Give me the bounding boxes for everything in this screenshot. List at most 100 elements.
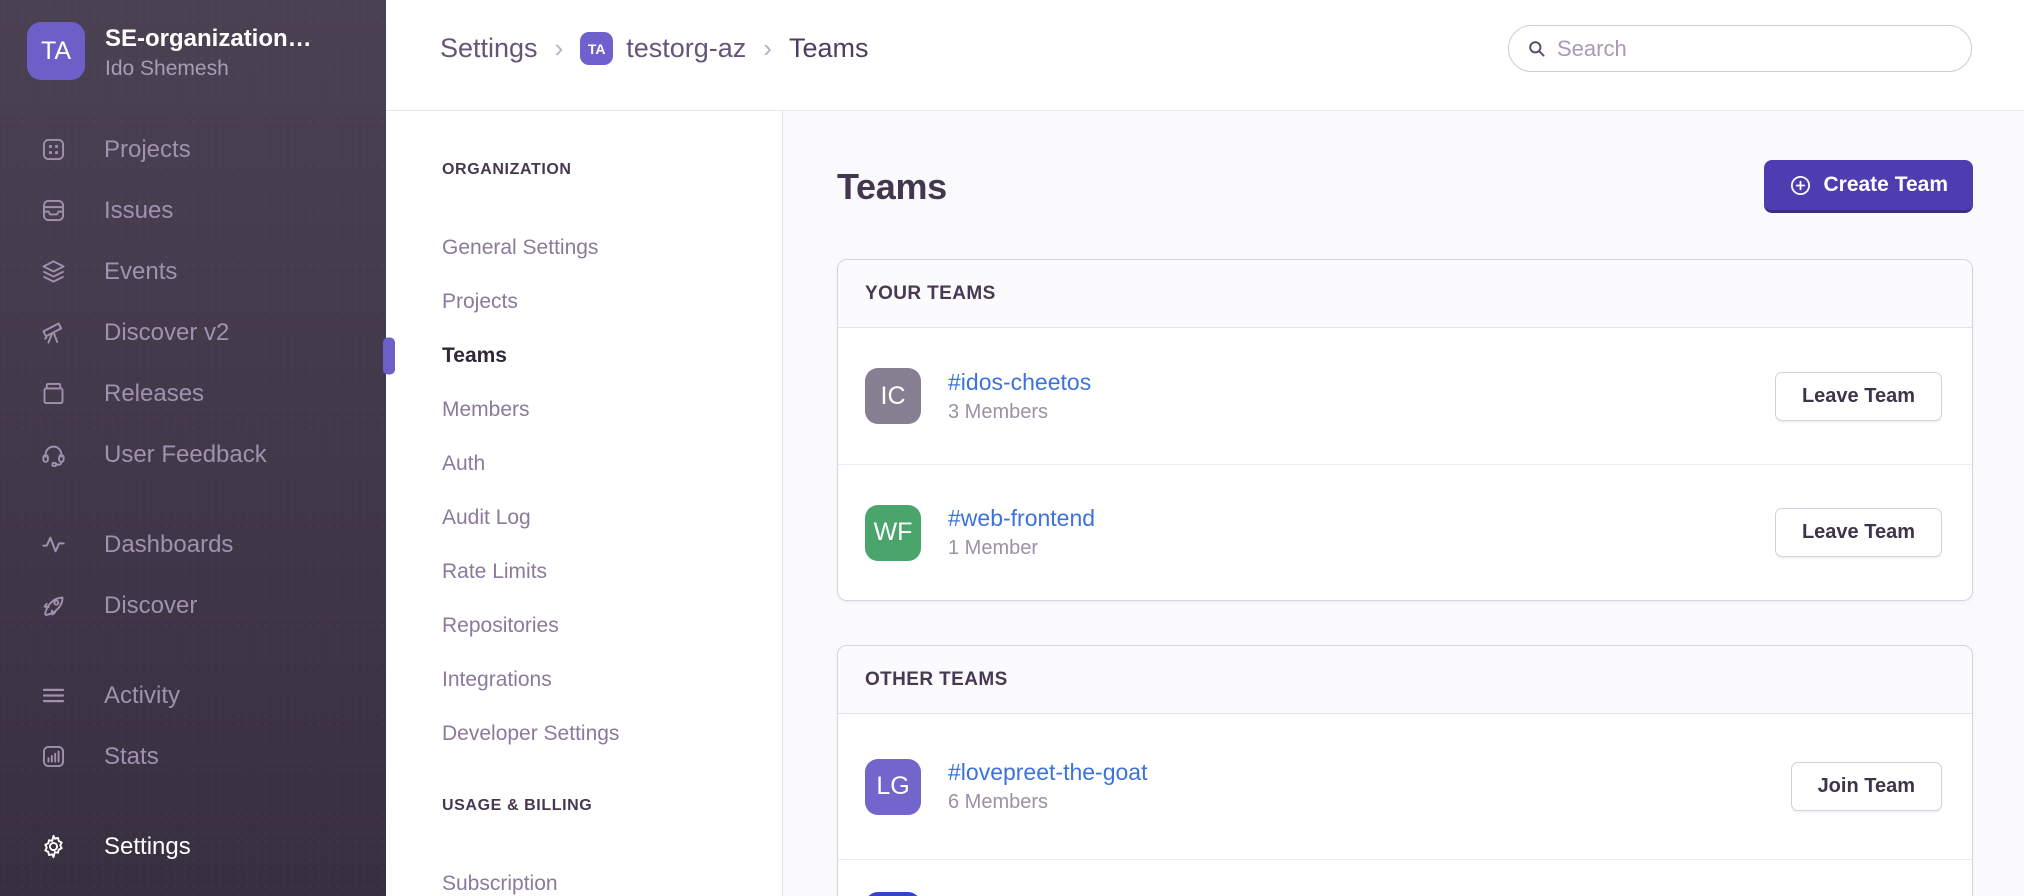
breadcrumb-org-label: testorg-az — [626, 33, 746, 64]
gear-icon — [40, 833, 67, 860]
sidebar-item-dashboards[interactable]: Dashboards — [0, 514, 386, 575]
org-avatar: TA — [27, 22, 85, 80]
settings-nav: ORGANIZATION General Settings Projects T… — [386, 111, 783, 896]
create-team-label: Create Team — [1823, 173, 1948, 197]
team-avatar: IC — [865, 368, 921, 424]
sidebar-item-label: Events — [104, 258, 177, 286]
rocket-icon — [40, 592, 67, 619]
app-sidebar: TA SE-organization… Ido Shemesh Projects… — [0, 0, 386, 896]
dashboards-icon — [40, 531, 67, 558]
nav-item-subscription[interactable]: Subscription — [386, 857, 782, 896]
sidebar-item-label: Dashboards — [104, 531, 233, 559]
sidebar-item-projects[interactable]: Projects — [0, 119, 386, 180]
nav-section-heading: ORGANIZATION — [386, 159, 782, 181]
team-avatar: WF — [865, 505, 921, 561]
sidebar-item-label: Stats — [104, 743, 159, 771]
org-meta: SE-organization… Ido Shemesh — [105, 22, 312, 81]
your-teams-panel: YOUR TEAMS IC #idos-cheetos 3 Members Le… — [837, 259, 1973, 601]
stats-icon — [40, 743, 67, 770]
activity-icon — [40, 682, 67, 709]
sidebar-item-label: Activity — [104, 682, 180, 710]
search-box[interactable] — [1508, 25, 1972, 72]
team-info: #lovepreet-the-goat 6 Members — [948, 759, 1147, 814]
team-avatar: LG — [865, 759, 921, 815]
sidebar-item-label: Issues — [104, 197, 173, 225]
sidebar-item-settings[interactable]: Settings — [0, 816, 386, 877]
breadcrumb-org[interactable]: TA testorg-az — [580, 32, 746, 65]
page-title: Teams — [837, 166, 947, 208]
org-name: SE-organization… — [105, 25, 312, 53]
sidebar-item-events[interactable]: Events — [0, 241, 386, 302]
main-content: Teams Create Team YOUR TEAMS IC #idos-ch… — [783, 111, 2024, 896]
app-nav: Projects Issues Events Discover v2 Relea… — [0, 119, 386, 877]
sidebar-item-issues[interactable]: Issues — [0, 180, 386, 241]
sidebar-item-stats[interactable]: Stats — [0, 726, 386, 787]
events-icon — [40, 258, 67, 285]
sidebar-item-activity[interactable]: Activity — [0, 665, 386, 726]
nav-section-organization: General Settings Projects Teams Members … — [386, 221, 782, 761]
team-avatar — [865, 892, 921, 896]
sidebar-item-label: Discover v2 — [104, 319, 229, 347]
sidebar-item-discover[interactable]: Discover — [0, 575, 386, 636]
content-row: ORGANIZATION General Settings Projects T… — [386, 111, 2024, 896]
team-row-partial — [838, 859, 1972, 896]
nav-item-repositories[interactable]: Repositories — [386, 599, 782, 653]
right-region: Settings › TA testorg-az › Teams ORGANIZ… — [386, 0, 2024, 896]
team-row: WF #web-frontend 1 Member Leave Team — [838, 464, 1972, 600]
leave-team-button[interactable]: Leave Team — [1775, 372, 1942, 421]
user-feedback-icon — [40, 441, 67, 468]
sidebar-item-label: Projects — [104, 136, 191, 164]
breadcrumb-settings[interactable]: Settings — [440, 33, 538, 64]
nav-item-projects[interactable]: Projects — [386, 275, 782, 329]
team-members-count: 3 Members — [948, 401, 1091, 424]
nav-item-developer-settings[interactable]: Developer Settings — [386, 707, 782, 761]
breadcrumb: Settings › TA testorg-az › Teams — [440, 32, 869, 65]
sidebar-item-discover-v2[interactable]: Discover v2 — [0, 302, 386, 363]
join-team-button[interactable]: Join Team — [1791, 762, 1942, 811]
leave-team-button[interactable]: Leave Team — [1775, 508, 1942, 557]
issues-icon — [40, 197, 67, 224]
plus-circle-icon — [1789, 174, 1812, 197]
nav-item-rate-limits[interactable]: Rate Limits — [386, 545, 782, 599]
team-info: #idos-cheetos 3 Members — [948, 369, 1091, 424]
nav-item-integrations[interactable]: Integrations — [386, 653, 782, 707]
nav-item-members[interactable]: Members — [386, 383, 782, 437]
org-switcher[interactable]: TA SE-organization… Ido Shemesh — [0, 0, 386, 81]
nav-item-auth[interactable]: Auth — [386, 437, 782, 491]
team-link[interactable]: #web-frontend — [948, 505, 1095, 532]
breadcrumb-teams[interactable]: Teams — [789, 33, 869, 64]
top-bar: Settings › TA testorg-az › Teams — [386, 0, 2024, 111]
nav-item-general-settings[interactable]: General Settings — [386, 221, 782, 275]
chevron-right-icon: › — [761, 33, 774, 64]
panel-title: YOUR TEAMS — [838, 260, 1972, 328]
sidebar-item-releases[interactable]: Releases — [0, 363, 386, 424]
org-avatar-small: TA — [580, 32, 613, 65]
sidebar-item-label: Settings — [104, 833, 191, 861]
other-teams-panel: OTHER TEAMS LG #lovepreet-the-goat 6 Mem… — [837, 645, 1973, 896]
team-link[interactable]: #lovepreet-the-goat — [948, 759, 1147, 786]
panel-title: OTHER TEAMS — [838, 646, 1972, 714]
search-icon — [1527, 39, 1546, 58]
nav-item-audit-log[interactable]: Audit Log — [386, 491, 782, 545]
sidebar-item-label: Discover — [104, 592, 197, 620]
projects-icon — [40, 136, 67, 163]
team-row: IC #idos-cheetos 3 Members Leave Team — [838, 328, 1972, 464]
team-members-count: 6 Members — [948, 791, 1147, 814]
nav-section-heading: USAGE & BILLING — [386, 795, 782, 817]
releases-icon — [40, 380, 67, 407]
nav-section-usage-billing: Subscription — [386, 857, 782, 896]
title-row: Teams Create Team — [837, 160, 1973, 213]
chevron-right-icon: › — [553, 33, 566, 64]
search-input[interactable] — [1557, 36, 1953, 62]
team-members-count: 1 Member — [948, 537, 1095, 560]
sidebar-item-label: Releases — [104, 380, 204, 408]
team-link[interactable]: #idos-cheetos — [948, 369, 1091, 396]
team-info: #web-frontend 1 Member — [948, 505, 1095, 560]
team-row: LG #lovepreet-the-goat 6 Members Join Te… — [838, 714, 1972, 859]
nav-item-teams[interactable]: Teams — [386, 329, 782, 383]
sidebar-item-label: User Feedback — [104, 441, 267, 469]
telescope-icon — [40, 319, 67, 346]
org-user-name: Ido Shemesh — [105, 57, 312, 81]
sidebar-item-user-feedback[interactable]: User Feedback — [0, 424, 386, 485]
create-team-button[interactable]: Create Team — [1764, 160, 1973, 213]
